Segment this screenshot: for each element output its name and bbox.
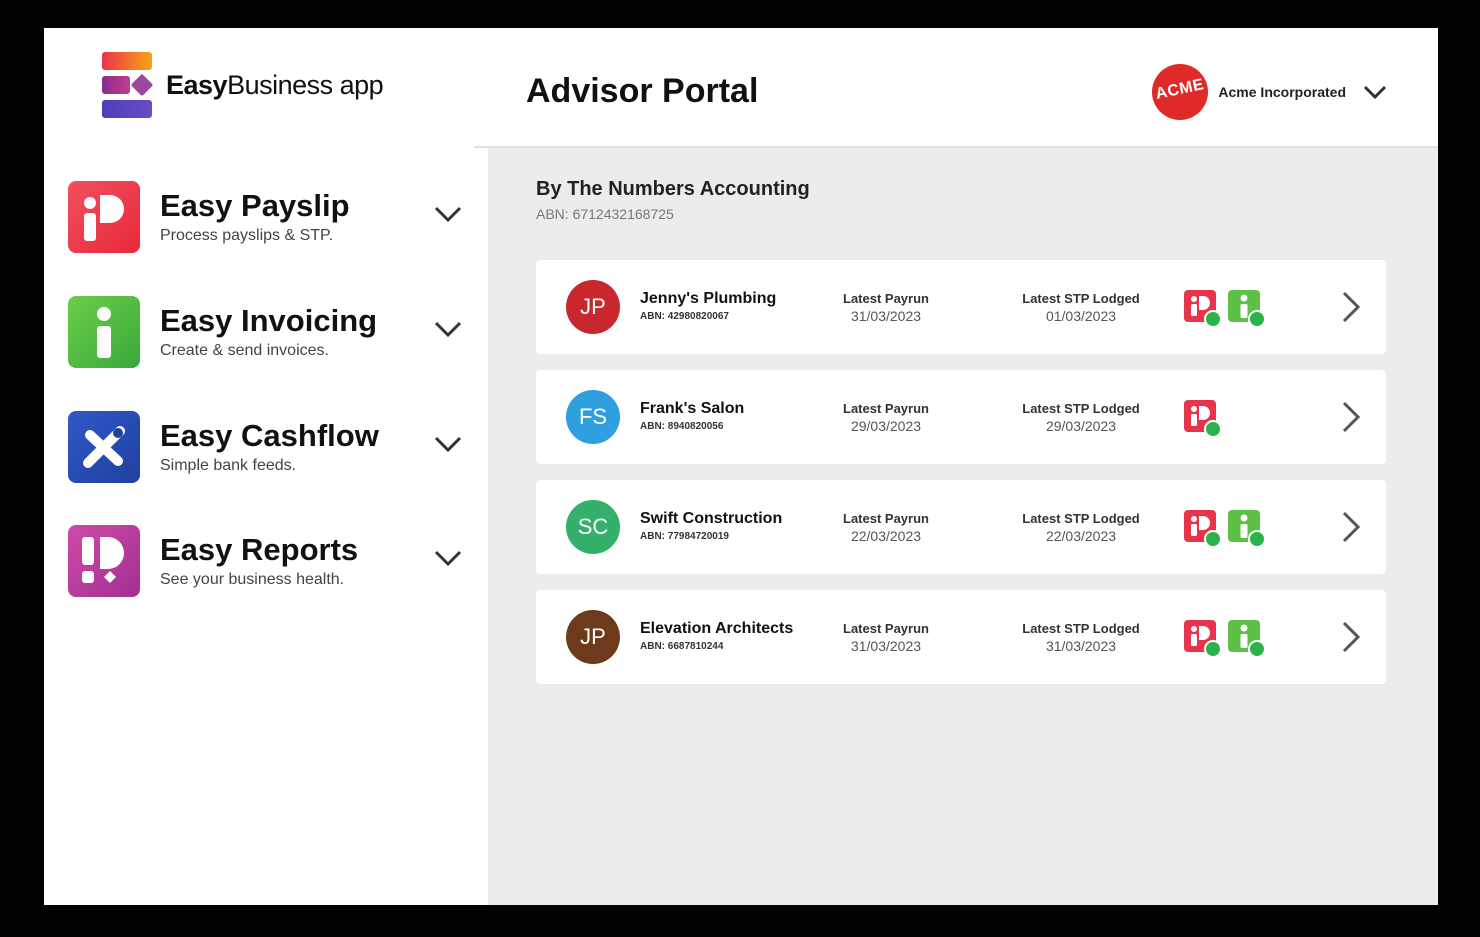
client-row[interactable]: FS Frank's Salon ABN: 8940820056 Latest … (536, 370, 1386, 464)
app-subtitle: Process payslips & STP. (160, 227, 334, 244)
cashflow-app-icon (68, 411, 140, 483)
latest-stp-lodged: Latest STP Lodged 22/03/2023 (1022, 511, 1140, 544)
app-title: Easy Invoicing (160, 303, 378, 338)
payslip-app-icon (68, 181, 140, 253)
client-row[interactable]: JP Elevation Architects ABN: 6687810244 … (536, 590, 1386, 684)
check-icon (1204, 420, 1222, 438)
check-icon (1248, 530, 1266, 548)
chevron-down-icon[interactable] (432, 546, 464, 570)
latest-payrun: Latest Payrun 31/03/2023 (843, 291, 929, 324)
client-abn: ABN: 42980820067 (640, 311, 729, 322)
app-title: Easy Payslip (160, 188, 350, 223)
chevron-right-icon[interactable] (1340, 509, 1362, 545)
practice-abn: ABN: 6712432168725 (536, 206, 674, 222)
check-icon (1248, 640, 1266, 658)
payslip-app-badge-icon[interactable] (1184, 620, 1222, 658)
sidebar-item-easy-reports[interactable]: Easy Reports See your business health. (68, 524, 468, 598)
client-avatar: JP (566, 610, 620, 664)
sidebar-item-easy-cashflow[interactable]: Easy Cashflow Simple bank feeds. (68, 410, 468, 484)
client-avatar: SC (566, 500, 620, 554)
latest-stp-lodged: Latest STP Lodged 29/03/2023 (1022, 401, 1140, 434)
payslip-app-badge-icon[interactable] (1184, 290, 1222, 328)
sidebar-item-easy-payslip[interactable]: Easy Payslip Process payslips & STP. (68, 180, 468, 254)
client-name: Frank's Salon (640, 400, 745, 417)
chevron-down-icon[interactable] (1362, 83, 1388, 101)
sidebar-item-easy-invoicing[interactable]: Easy Invoicing Create & send invoices. (68, 295, 468, 369)
page-title: Advisor Portal (526, 72, 759, 110)
latest-payrun: Latest Payrun 29/03/2023 (843, 401, 929, 434)
chevron-down-icon[interactable] (432, 317, 464, 341)
app-window: EasyBusiness app Easy Payslip Process pa… (44, 28, 1438, 905)
invoicing-app-badge-icon[interactable] (1228, 510, 1266, 548)
invoicing-app-icon (68, 296, 140, 368)
client-row[interactable]: JP Jenny's Plumbing ABN: 42980820067 Lat… (536, 260, 1386, 354)
payslip-app-badge-icon[interactable] (1184, 400, 1222, 438)
sidebar: EasyBusiness app Easy Payslip Process pa… (44, 28, 488, 905)
brand-logo-icon (100, 52, 154, 118)
app-subtitle: See your business health. (160, 571, 345, 588)
check-icon (1204, 530, 1222, 548)
invoicing-app-badge-icon[interactable] (1228, 290, 1266, 328)
chevron-right-icon[interactable] (1340, 399, 1362, 435)
payslip-app-badge-icon[interactable] (1184, 510, 1222, 548)
latest-stp-lodged: Latest STP Lodged 31/03/2023 (1022, 621, 1140, 654)
invoicing-app-badge-icon[interactable] (1228, 620, 1266, 658)
chevron-down-icon[interactable] (432, 432, 464, 456)
app-title: Easy Cashflow (160, 418, 379, 453)
check-icon (1204, 310, 1222, 328)
app-subtitle: Simple bank feeds. (160, 457, 297, 474)
account-switcher[interactable]: ACME Acme Incorporated (1152, 64, 1388, 120)
client-name: Swift Construction (640, 510, 783, 527)
latest-payrun: Latest Payrun 22/03/2023 (843, 511, 929, 544)
check-icon (1248, 310, 1266, 328)
client-avatar: JP (566, 280, 620, 334)
practice-name: By The Numbers Accounting (536, 178, 810, 200)
client-name: Elevation Architects (640, 620, 794, 637)
client-name: Jenny's Plumbing (640, 290, 777, 307)
brand-name: EasyBusiness app (166, 69, 384, 100)
account-logo: ACME (1152, 64, 1209, 120)
client-abn: ABN: 77984720019 (640, 531, 729, 542)
client-abn: ABN: 6687810244 (640, 641, 724, 652)
top-header: Advisor Portal ACME Acme Incorporated (474, 28, 1438, 148)
client-abn: ABN: 8940820056 (640, 421, 724, 432)
reports-app-icon (68, 525, 140, 597)
main-content: By The Numbers Accounting ABN: 671243216… (488, 148, 1438, 905)
app-title: Easy Reports (160, 532, 359, 567)
chevron-down-icon[interactable] (432, 202, 464, 226)
check-icon (1204, 640, 1222, 658)
app-subtitle: Create & send invoices. (160, 342, 329, 359)
account-name: Acme Incorporated (1218, 84, 1346, 100)
latest-payrun: Latest Payrun 31/03/2023 (843, 621, 929, 654)
client-avatar: FS (566, 390, 620, 444)
chevron-right-icon[interactable] (1340, 289, 1362, 325)
client-row[interactable]: SC Swift Construction ABN: 77984720019 L… (536, 480, 1386, 574)
latest-stp-lodged: Latest STP Lodged 01/03/2023 (1022, 291, 1140, 324)
chevron-right-icon[interactable] (1340, 619, 1362, 655)
brand-logo[interactable]: EasyBusiness app (100, 52, 384, 118)
